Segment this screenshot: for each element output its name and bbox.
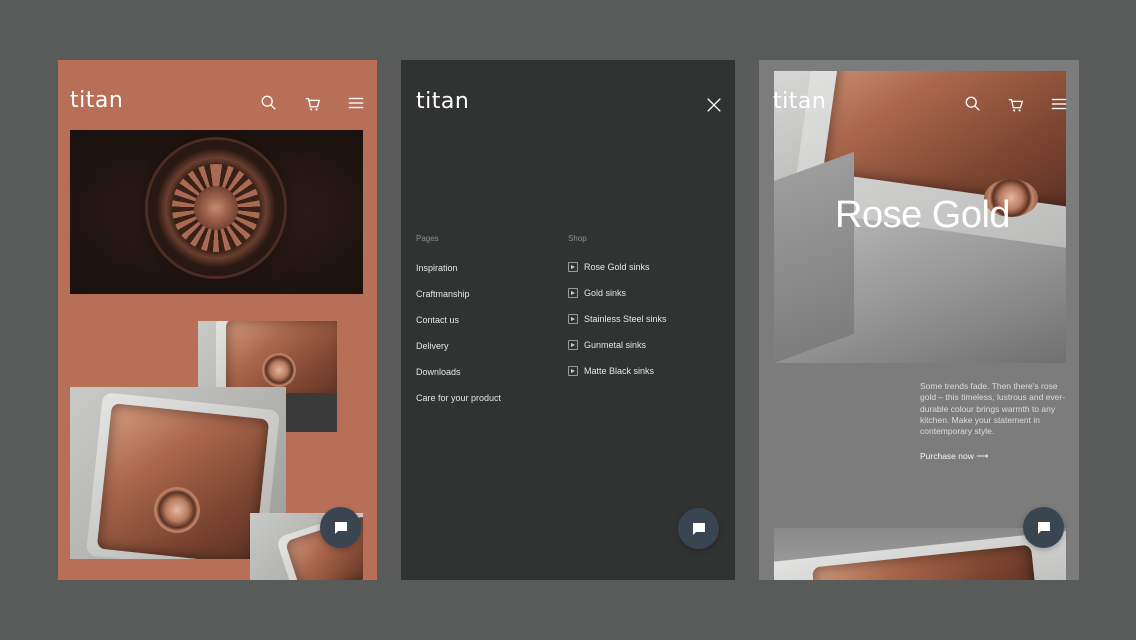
cart-icon[interactable] (303, 94, 323, 114)
drain-closeup-image (70, 130, 363, 294)
titan-logo[interactable]: titan (70, 88, 123, 113)
shop-item-rose-gold[interactable]: Rose Gold sinks (568, 262, 650, 272)
close-icon[interactable] (704, 95, 724, 115)
chat-icon (334, 521, 347, 534)
logo-text: titan (70, 88, 124, 113)
sink-image-bottom (774, 528, 1066, 580)
menu-item-delivery[interactable]: Delivery (416, 341, 449, 351)
shop-item-label: Rose Gold sinks (584, 262, 650, 272)
chat-button[interactable] (678, 508, 719, 549)
shop-item-stainless-steel[interactable]: Stainless Steel sinks (568, 314, 667, 324)
menu-item-downloads[interactable]: Downloads (416, 367, 461, 377)
arrow-box-icon (568, 314, 578, 324)
hero-title: Rose Gold (835, 194, 1011, 236)
chat-icon (692, 522, 705, 535)
titan-logo[interactable]: titan (773, 89, 826, 114)
menu-item-contact-us[interactable]: Contact us (416, 315, 459, 325)
menu-item-inspiration[interactable]: Inspiration (416, 263, 458, 273)
search-icon[interactable] (259, 93, 279, 113)
product-description: Some trends fade. Then there's rose gold… (920, 381, 1066, 437)
shop-item-gold[interactable]: Gold sinks (568, 288, 626, 298)
titan-logo[interactable]: titan (416, 89, 469, 114)
menu-item-care[interactable]: Care for your product (416, 393, 501, 403)
logo-text: titan (773, 89, 827, 114)
shop-heading: Shop (568, 234, 587, 243)
hamburger-menu-icon[interactable] (1049, 94, 1069, 114)
hamburger-menu-icon[interactable] (346, 93, 366, 113)
logo-text: titan (416, 89, 470, 114)
chat-button[interactable] (1023, 507, 1064, 548)
arrow-box-icon (568, 366, 578, 376)
shop-item-gunmetal[interactable]: Gunmetal sinks (568, 340, 646, 350)
chat-button[interactable] (320, 507, 361, 548)
menu-item-craftmanship[interactable]: Craftmanship (416, 289, 470, 299)
shop-item-label: Matte Black sinks (584, 366, 655, 376)
search-icon[interactable] (963, 94, 983, 114)
shop-item-label: Gold sinks (584, 288, 627, 298)
product-detail-panel: titan Rose Gold Some trends fade. Then t… (759, 60, 1079, 580)
navigation-menu-panel: titan Pages Inspiration Craftmanship Con… (401, 60, 735, 580)
shop-item-label: Gunmetal sinks (584, 340, 647, 350)
product-gallery-panel: titan (58, 60, 377, 580)
pages-heading: Pages (416, 234, 439, 243)
shop-item-label: Stainless Steel sinks (584, 314, 667, 324)
cart-icon[interactable] (1006, 95, 1026, 115)
shop-item-matte-black[interactable]: Matte Black sinks (568, 366, 654, 376)
purchase-now-link[interactable]: Purchase now ⟶ (920, 451, 988, 462)
chat-icon (1037, 521, 1050, 534)
arrow-box-icon (568, 288, 578, 298)
arrow-box-icon (568, 262, 578, 272)
arrow-box-icon (568, 340, 578, 350)
